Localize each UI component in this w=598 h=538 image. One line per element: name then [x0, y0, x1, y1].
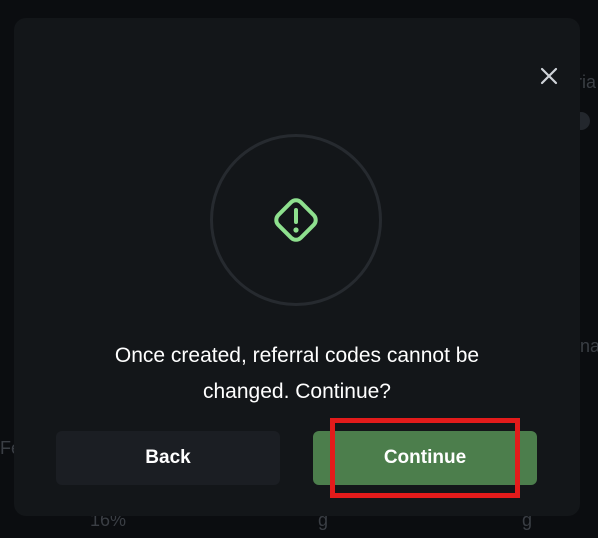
- warning-diamond-icon: [274, 198, 318, 242]
- background-text-fragment: na: [580, 336, 598, 356]
- dialog-message-line: changed. Continue?: [203, 380, 391, 403]
- dialog-message-line: Once created, referral codes cannot be: [114, 344, 480, 367]
- confirm-dialog: Once created, referral codes cannot be c…: [14, 18, 580, 516]
- continue-button[interactable]: Continue: [313, 431, 537, 485]
- dialog-message: Once created, referral codes cannot be c…: [54, 338, 540, 410]
- back-button[interactable]: Back: [56, 431, 280, 485]
- close-icon: [540, 67, 558, 85]
- back-button-label: Back: [145, 447, 191, 468]
- warning-icon-ring: [210, 134, 382, 306]
- close-button[interactable]: [533, 60, 565, 92]
- continue-button-label: Continue: [383, 447, 467, 468]
